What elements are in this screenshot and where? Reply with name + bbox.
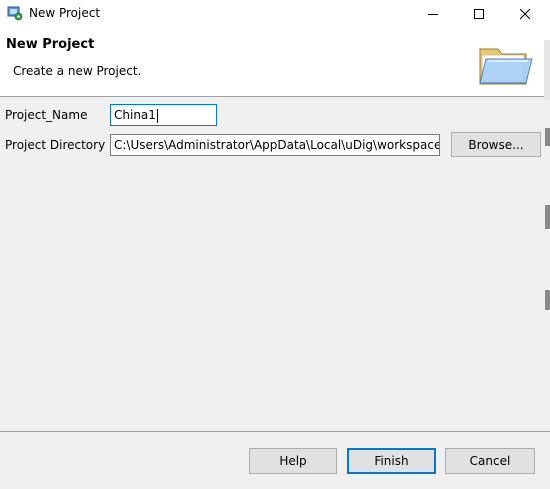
minimize-button[interactable] bbox=[410, 0, 456, 27]
text-cursor bbox=[156, 108, 158, 123]
banner-description: Create a new Project. bbox=[13, 64, 142, 78]
close-button[interactable] bbox=[502, 0, 548, 27]
project-name-value: China1 bbox=[114, 108, 156, 122]
browse-button[interactable]: Browse... bbox=[451, 132, 541, 157]
window-edge bbox=[544, 40, 550, 100]
maximize-button[interactable] bbox=[456, 0, 502, 27]
maximize-icon bbox=[474, 8, 484, 19]
minimize-icon bbox=[428, 13, 438, 15]
project-directory-label: Project Directory bbox=[5, 138, 106, 152]
footer-separator bbox=[0, 431, 550, 432]
finish-button[interactable]: Finish bbox=[347, 448, 436, 474]
edge-mark bbox=[545, 128, 550, 146]
project-name-input[interactable]: China1 bbox=[110, 104, 217, 126]
folder-open-icon bbox=[479, 48, 533, 85]
wizard-banner: New Project Create a new Project. bbox=[0, 27, 550, 97]
project-directory-input[interactable]: C:\Users\Administrator\AppData\Local\uDi… bbox=[110, 134, 440, 156]
edge-mark bbox=[545, 205, 550, 229]
cancel-button[interactable]: Cancel bbox=[445, 448, 535, 474]
app-icon bbox=[7, 6, 23, 21]
close-icon bbox=[520, 8, 530, 19]
window-title: New Project bbox=[29, 6, 101, 20]
banner-title: New Project bbox=[6, 37, 95, 52]
title-bar: New Project bbox=[0, 0, 550, 27]
edge-mark bbox=[545, 290, 550, 310]
project-name-label: Project_Name bbox=[5, 108, 88, 122]
help-button[interactable]: Help bbox=[249, 448, 337, 474]
